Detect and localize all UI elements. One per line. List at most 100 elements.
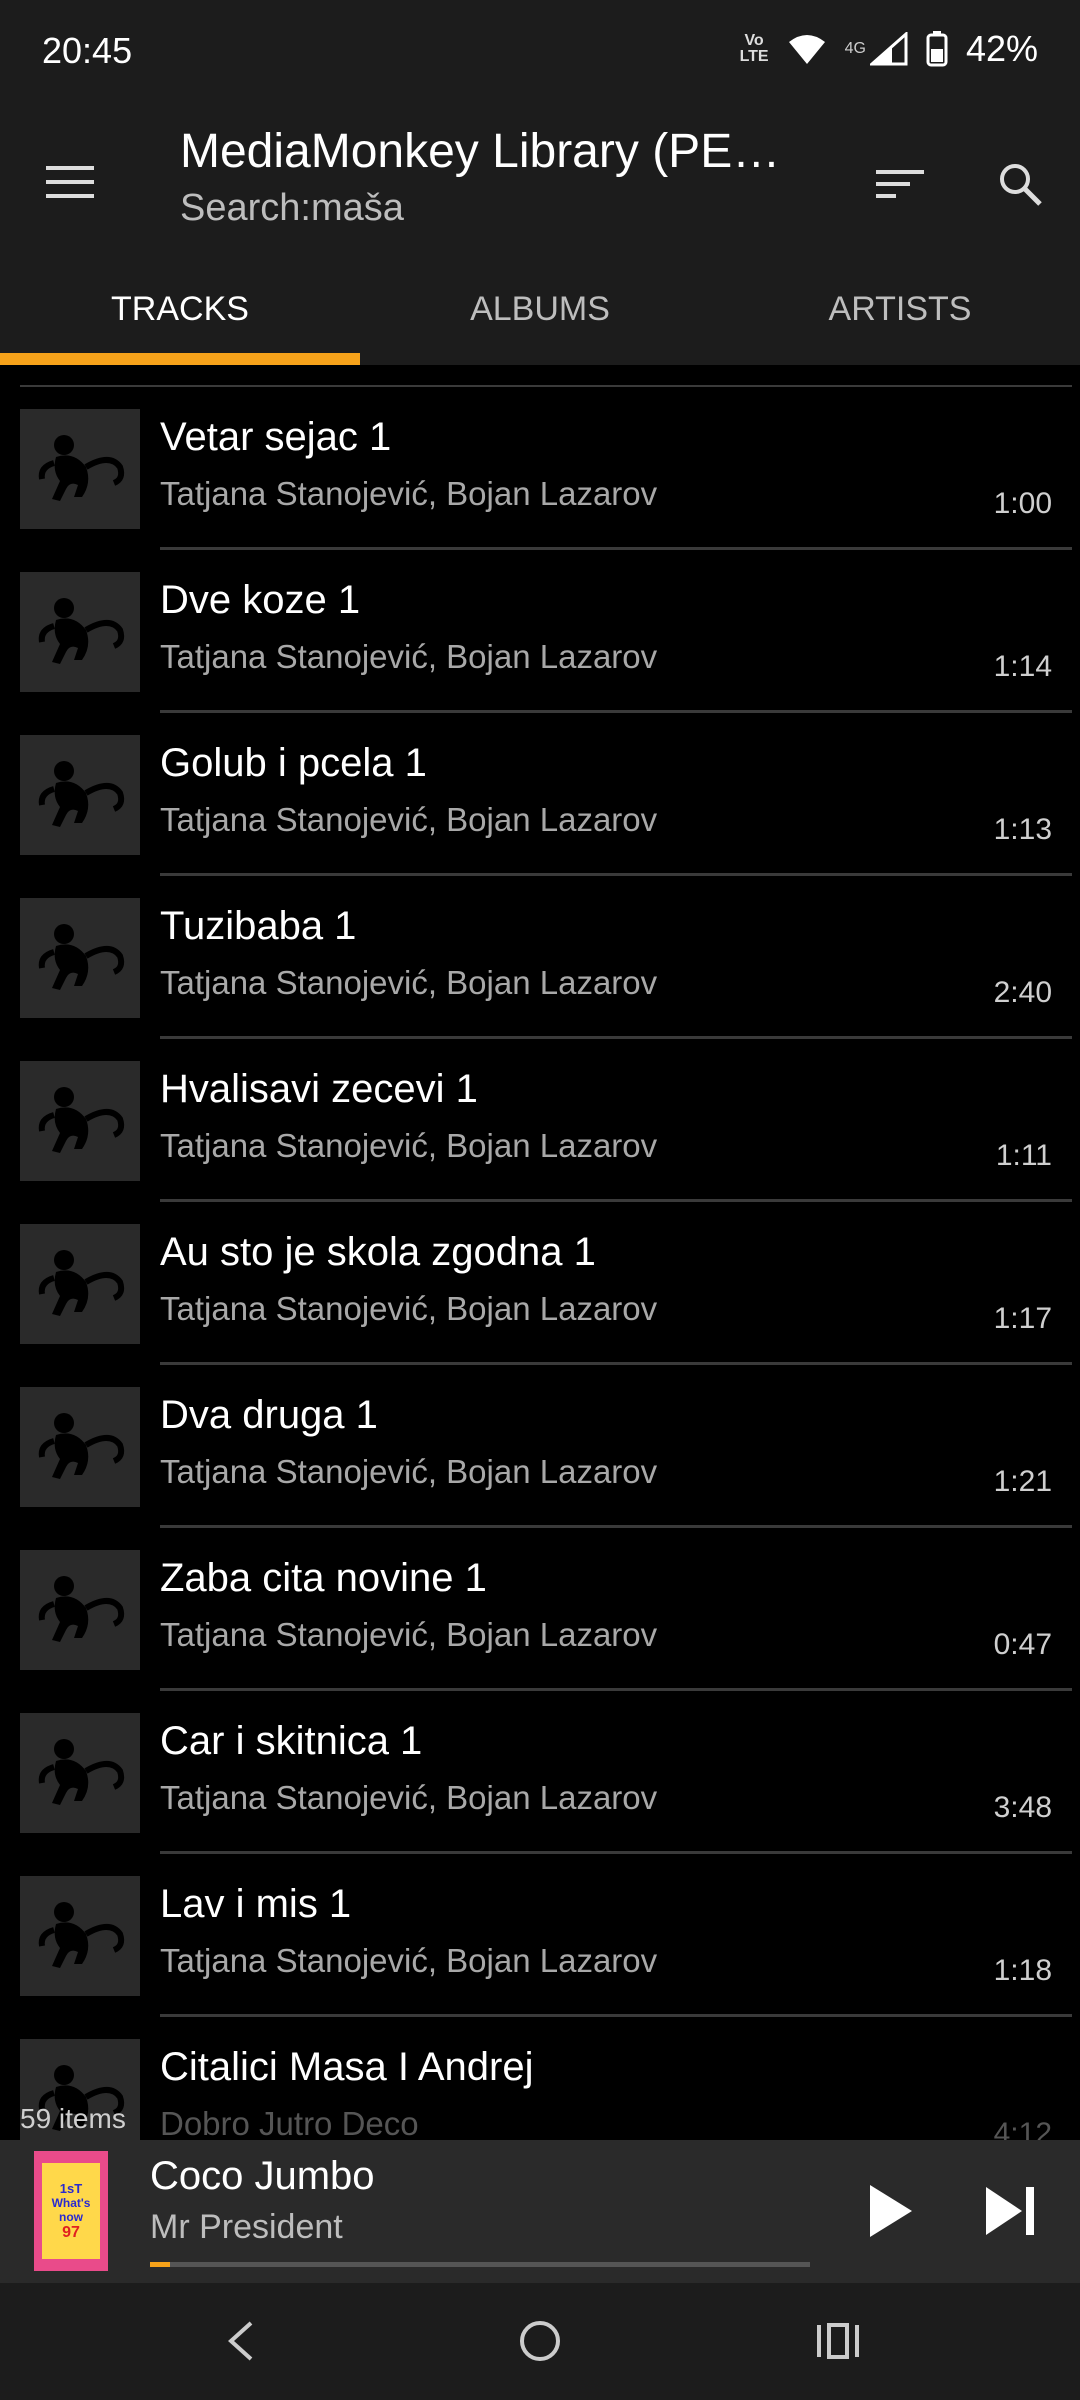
track-title: Zaba cita novine 1 — [160, 1556, 487, 1600]
monkey-icon — [38, 1902, 125, 1968]
recents-button[interactable] — [808, 2311, 868, 2371]
track-row[interactable]: Golub i pcela 1 Tatjana Stanojević, Bojan… — [0, 713, 1080, 876]
signal-icon — [869, 32, 908, 66]
track-artwork — [20, 1876, 140, 1996]
next-button[interactable] — [975, 2176, 1045, 2246]
monkey-icon — [38, 435, 125, 501]
volte-icon: Vo LTE — [739, 32, 769, 65]
track-duration: 1:11 — [995, 1139, 1052, 1172]
monkey-icon — [38, 1739, 125, 1805]
track-title: Vetar sejac 1 — [160, 415, 392, 459]
track-artist: Tatjana Stanojević, Bojan Lazarov — [160, 1779, 658, 1816]
menu-button[interactable] — [40, 152, 100, 212]
track-artwork — [20, 1550, 140, 1670]
title-area: MediaMonkey Library (PE… Search:maša — [180, 124, 830, 230]
track-artwork — [20, 1224, 140, 1344]
track-row[interactable]: Dva druga 1 Tatjana Stanojević, Bojan Laz… — [0, 1365, 1080, 1528]
track-title: Lav i mis 1 — [160, 1882, 352, 1926]
track-title: Hvalisavi zecevi 1 — [160, 1067, 478, 1111]
network-type: 4G — [844, 40, 866, 57]
tab-artists[interactable]: ARTISTS — [720, 270, 1080, 365]
track-artist: Tatjana Stanojević, Bojan Lazarov — [160, 1942, 658, 1979]
track-artist: Tatjana Stanojević, Bojan Lazarov — [160, 1453, 658, 1490]
tab-bar: TRACKS ALBUMS ARTISTS — [0, 270, 1080, 365]
track-title: Dva druga 1 — [160, 1393, 378, 1437]
progress-fill — [150, 2262, 170, 2267]
home-icon — [520, 2321, 560, 2361]
track-row[interactable]: Dve koze 1 Tatjana Stanojević, Bojan Laza… — [0, 550, 1080, 713]
track-row[interactable]: Zaba cita novine 1 Tatjana Stanojević, Bo… — [0, 1528, 1080, 1691]
monkey-icon — [38, 1413, 125, 1479]
track-artwork — [20, 409, 140, 529]
track-row[interactable]: Hvalisavi zecevi 1 Tatjana Stanojević, Bo… — [0, 1039, 1080, 1202]
track-row[interactable]: Tuzibaba 1 Tatjana Stanojević, Bojan Laza… — [0, 876, 1080, 1039]
search-button[interactable] — [988, 152, 1052, 216]
track-title: Dve koze 1 — [160, 578, 361, 622]
search-query: Search:maša — [180, 187, 404, 229]
track-row[interactable]: Au sto je skola zgodna 1 Tatjana Stanojev… — [0, 1202, 1080, 1365]
track-artist: Tatjana Stanojević, Bojan Lazarov — [160, 1616, 658, 1653]
menu-icon — [46, 166, 94, 198]
track-duration: 1:13 — [993, 813, 1052, 846]
monkey-icon — [38, 1087, 125, 1153]
home-button[interactable] — [510, 2311, 570, 2371]
track-artist: Tatjana Stanojević, Bojan Lazarov — [160, 801, 658, 838]
search-icon — [1000, 164, 1042, 206]
battery-percent: 42% — [965, 28, 1038, 69]
track-duration: 0:47 — [993, 1628, 1052, 1661]
album-art[interactable]: 1sT What's now 97 — [34, 2151, 108, 2271]
playback-progress[interactable] — [150, 2262, 810, 2267]
monkey-icon — [38, 598, 125, 664]
battery-icon — [926, 31, 948, 67]
sort-button[interactable] — [868, 152, 932, 216]
back-button[interactable] — [210, 2311, 270, 2371]
track-title: Au sto je skola zgodna 1 — [160, 1230, 596, 1274]
track-artwork — [20, 898, 140, 1018]
monkey-icon — [38, 924, 125, 990]
track-title: Car i skitnica 1 — [160, 1719, 423, 1763]
track-duration: 3:48 — [993, 1791, 1052, 1824]
track-title: Golub i pcela 1 — [160, 741, 427, 785]
status-bar: 20:45 Vo LTE 4G 42% — [0, 0, 1080, 110]
track-artist: Tatjana Stanojević, Bojan Lazarov — [160, 638, 658, 675]
track-artist: Tatjana Stanojević, Bojan Lazarov — [160, 964, 658, 1001]
system-nav-bar — [0, 2283, 1080, 2400]
track-artwork — [20, 572, 140, 692]
track-artwork — [20, 735, 140, 855]
track-duration: 4:12 — [993, 2117, 1052, 2140]
track-artist: Tatjana Stanojević, Bojan Lazarov — [160, 1290, 658, 1327]
back-icon — [228, 2321, 253, 2361]
track-title: Citalici Masa I Andrej — [160, 2045, 534, 2089]
track-duration: 1:00 — [993, 487, 1052, 520]
track-row[interactable]: Car i skitnica 1 Tatjana Stanojević, Boja… — [0, 1691, 1080, 1854]
monkey-icon — [38, 1576, 125, 1642]
track-row[interactable]: Lav i mis 1 Tatjana Stanojević, Bojan Laz… — [0, 1854, 1080, 2017]
track-duration: 1:14 — [993, 650, 1052, 683]
track-row[interactable]: Citalici Masa I Andrej Dobro Jutro Deco 4:… — [0, 2017, 1080, 2140]
track-duration: 2:40 — [993, 976, 1052, 1009]
track-duration: 1:21 — [993, 1465, 1052, 1498]
tab-tracks[interactable]: TRACKS — [0, 270, 360, 365]
sort-icon — [876, 170, 924, 198]
play-button[interactable] — [855, 2176, 925, 2246]
items-count: 59 items — [20, 2103, 126, 2134]
app-bar: MediaMonkey Library (PE… Search:maša — [0, 110, 1080, 270]
mini-player[interactable]: 1sT What's now 97 Coco Jumbo Mr Presiden… — [0, 2140, 1080, 2283]
track-duration: 1:17 — [993, 1302, 1052, 1335]
monkey-icon — [38, 1250, 125, 1316]
recents-icon — [817, 2323, 859, 2359]
track-duration: 1:18 — [993, 1954, 1052, 1987]
track-row[interactable]: Vetar sejac 1 Tatjana Stanojević, Bojan L… — [0, 387, 1080, 550]
track-list[interactable]: Vetar sejac 1 Tatjana Stanojević, Bojan L… — [0, 365, 1080, 2140]
now-playing-artist[interactable]: Mr President — [150, 2208, 343, 2247]
now-playing-title[interactable]: Coco Jumbo — [150, 2154, 375, 2199]
track-title: Tuzibaba 1 — [160, 904, 357, 948]
skip-next-icon — [986, 2187, 1034, 2235]
tab-albums[interactable]: ALBUMS — [360, 270, 720, 365]
monkey-icon — [38, 761, 125, 827]
track-artist: Tatjana Stanojević, Bojan Lazarov — [160, 475, 658, 512]
track-artwork — [20, 1387, 140, 1507]
track-artist: Dobro Jutro Deco — [160, 2105, 419, 2140]
play-icon — [870, 2185, 912, 2237]
track-artist: Tatjana Stanojević, Bojan Lazarov — [160, 1127, 658, 1164]
